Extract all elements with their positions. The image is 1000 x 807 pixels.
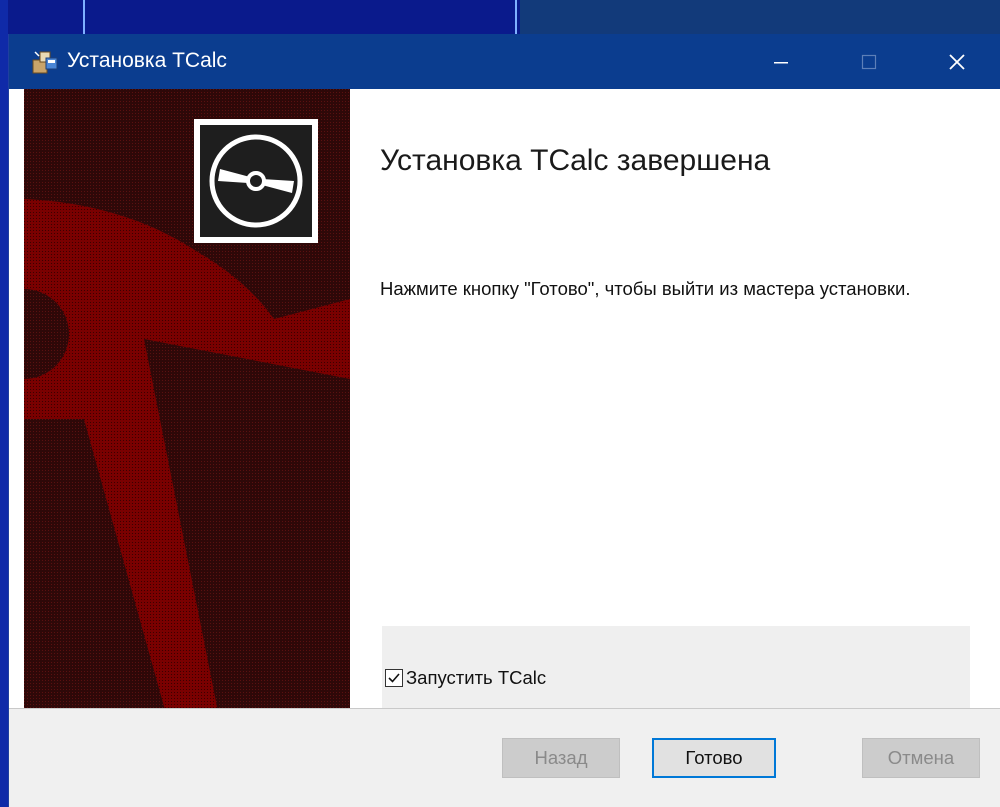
maximize-icon (861, 54, 877, 70)
button-bar: Назад Готово Отмена (9, 708, 1000, 807)
finish-button[interactable]: Готово (652, 738, 776, 778)
installer-package-icon (31, 48, 59, 76)
close-button[interactable] (913, 34, 1000, 89)
maximize-button[interactable] (825, 34, 913, 89)
cancel-button[interactable]: Отмена (862, 738, 980, 778)
installer-window: Установка TCalc Установка TCalc завершен… (8, 34, 1000, 807)
instruction-text: Нажмите кнопку "Готово", чтобы выйти из … (380, 278, 911, 299)
checkmark-icon (388, 673, 400, 683)
cd-disc-icon (194, 119, 318, 243)
launch-app-checkbox-row[interactable]: Запустить TCalc (385, 667, 546, 689)
window-title: Установка TCalc (67, 49, 227, 72)
wizard-banner (24, 89, 350, 742)
minimize-button[interactable] (737, 34, 825, 89)
page-title: Установка TCalc завершена (380, 144, 771, 177)
wizard-content: Установка TCalc завершена Нажмите кнопку… (350, 89, 1000, 742)
launch-app-checkbox[interactable] (385, 669, 403, 687)
back-button[interactable]: Назад (502, 738, 620, 778)
launch-app-label: Запустить TCalc (406, 667, 547, 688)
minimize-icon (773, 54, 789, 70)
title-bar[interactable]: Установка TCalc (9, 34, 1000, 89)
close-icon (948, 53, 966, 71)
